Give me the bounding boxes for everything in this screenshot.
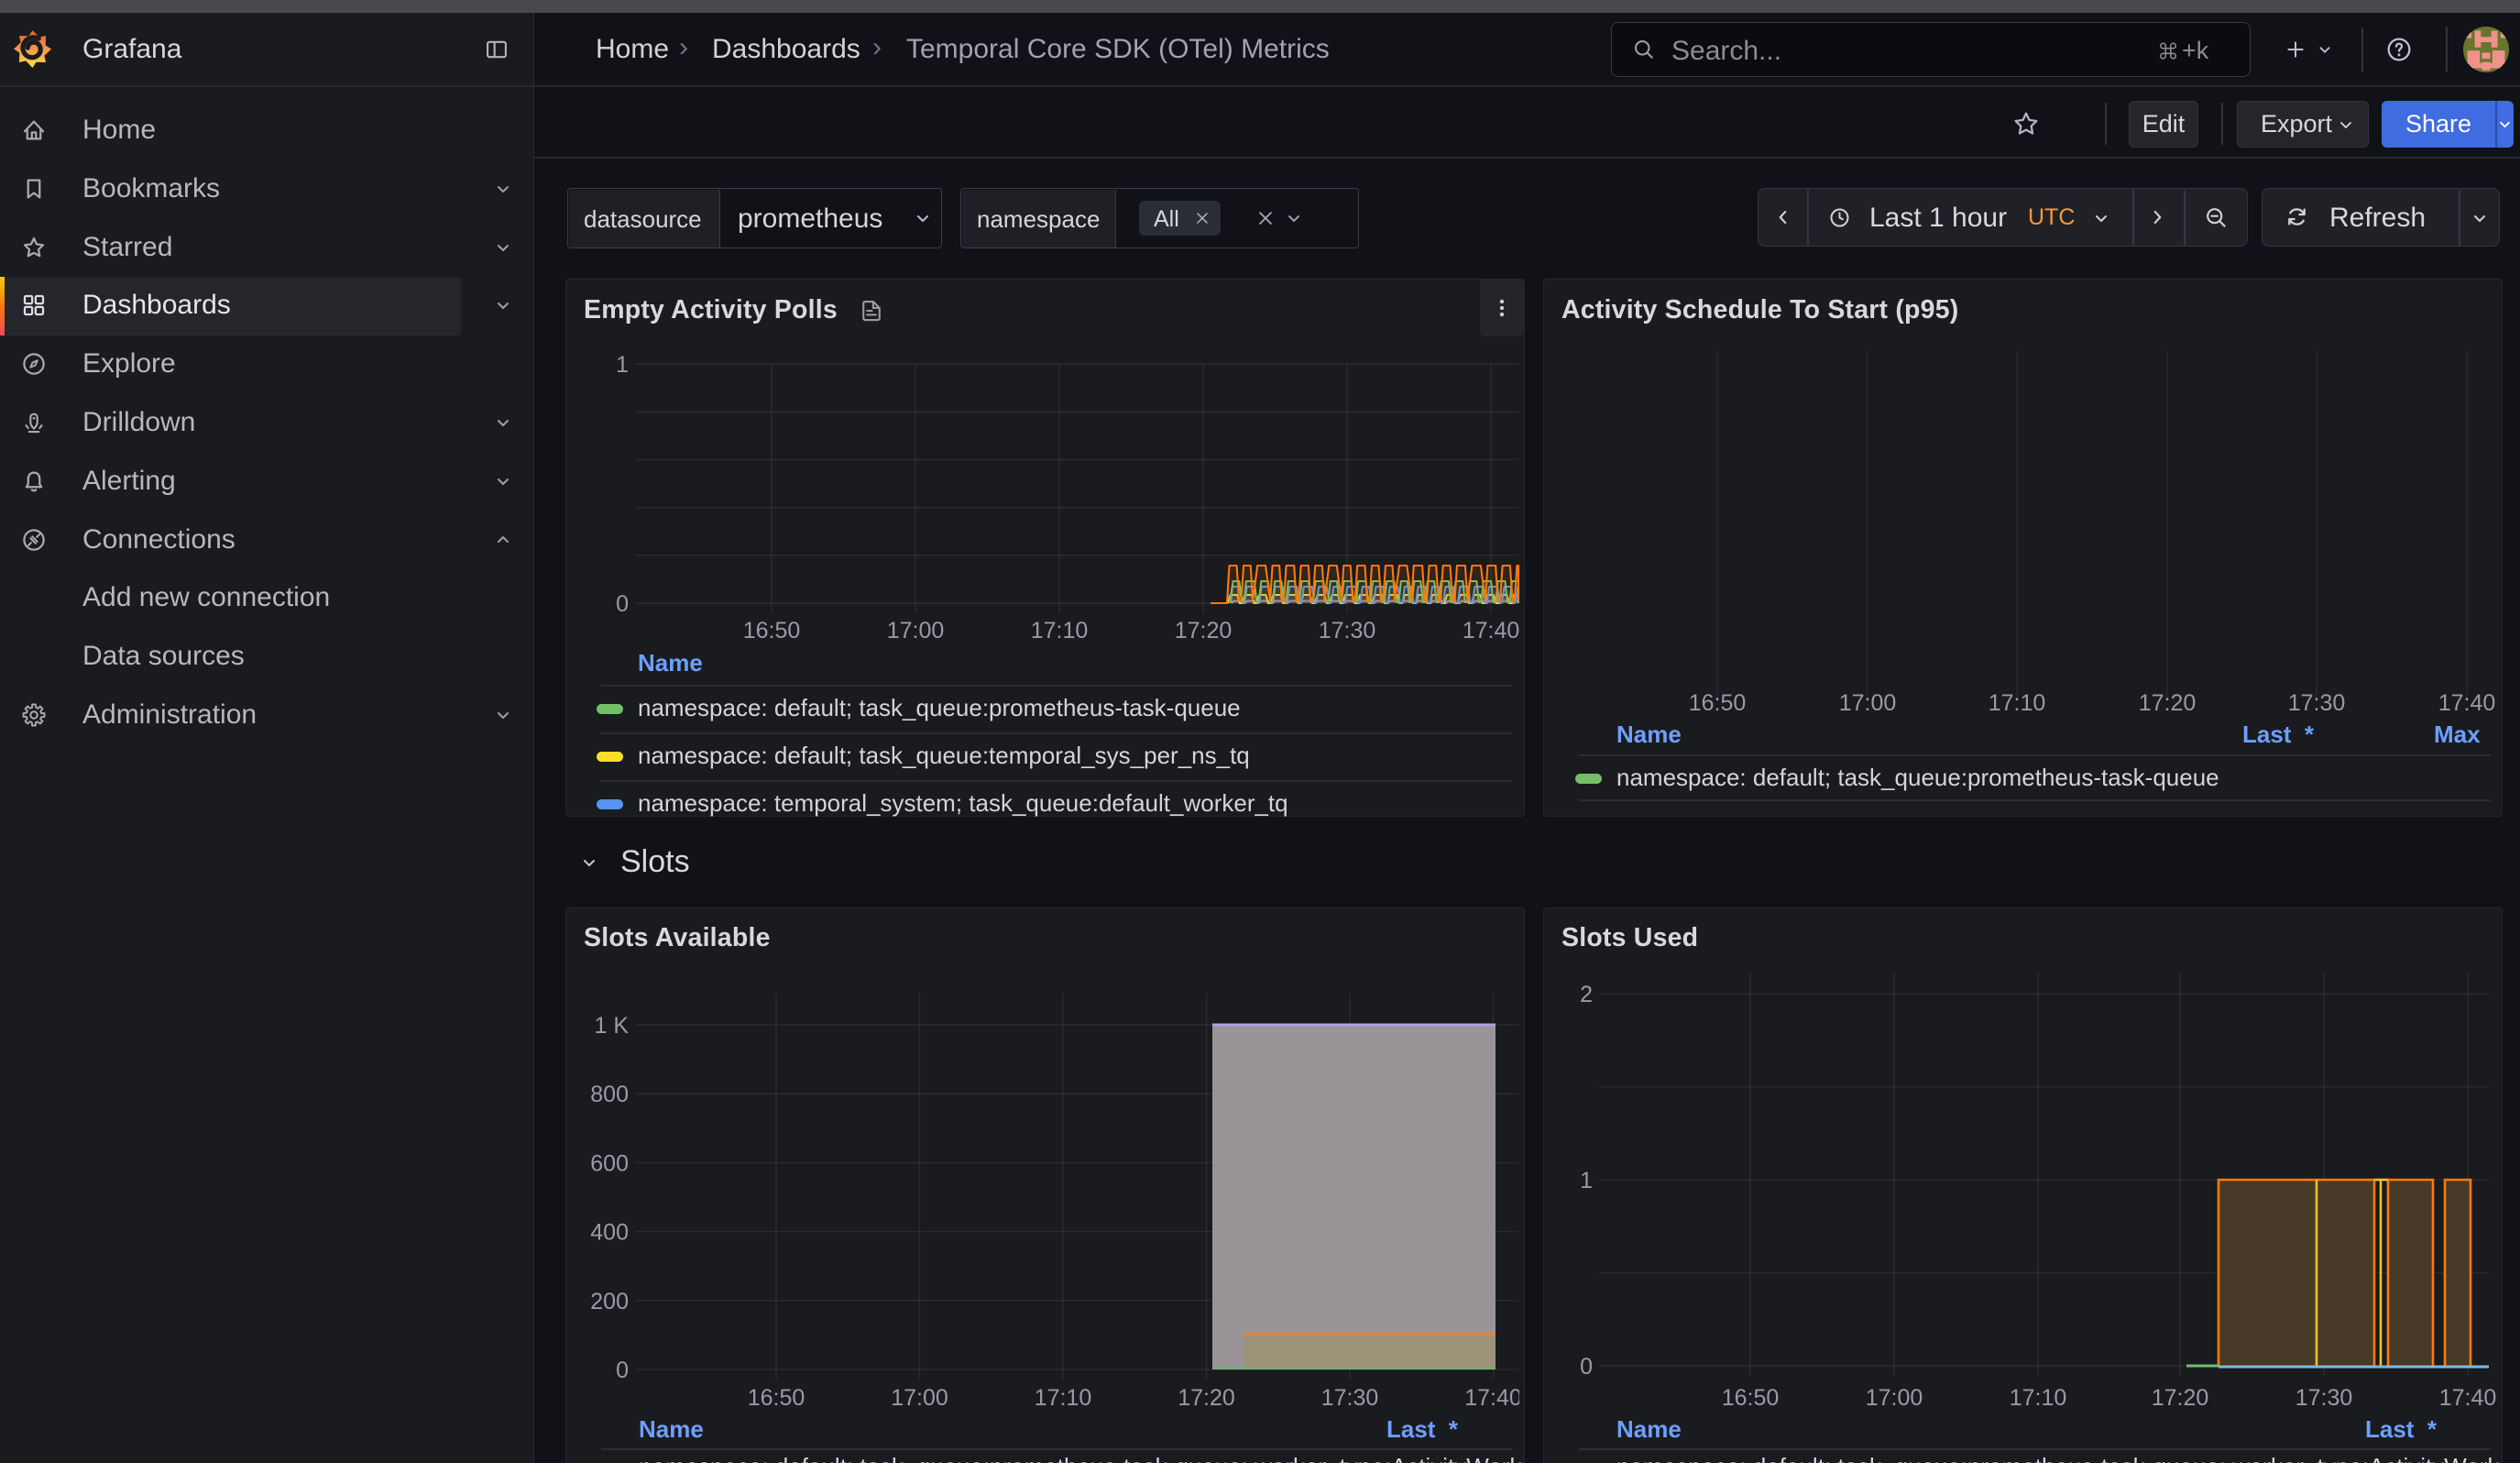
svg-text:17:30: 17:30 — [1321, 1385, 1379, 1411]
svg-text:17:10: 17:10 — [2010, 1385, 2067, 1411]
svg-text:17:10: 17:10 — [1031, 618, 1089, 644]
svg-text:1 K: 1 K — [594, 1013, 629, 1039]
svg-text:16:50: 16:50 — [748, 1385, 805, 1411]
svg-text:17:20: 17:20 — [2139, 690, 2197, 716]
svg-text:0: 0 — [616, 1358, 629, 1383]
svg-text:17:30: 17:30 — [1319, 618, 1376, 644]
svg-text:17:20: 17:20 — [2152, 1385, 2209, 1411]
svg-text:16:50: 16:50 — [743, 618, 801, 644]
svg-text:17:40: 17:40 — [1463, 618, 1519, 644]
svg-text:17:40: 17:40 — [2438, 690, 2496, 716]
svg-text:17:10: 17:10 — [1035, 1385, 1092, 1411]
svg-text:17:40: 17:40 — [2439, 1385, 2497, 1411]
svg-text:400: 400 — [590, 1220, 629, 1246]
svg-text:17:00: 17:00 — [887, 618, 945, 644]
svg-text:2: 2 — [1580, 982, 1593, 1007]
svg-text:800: 800 — [590, 1082, 629, 1107]
svg-text:17:20: 17:20 — [1175, 618, 1233, 644]
svg-text:17:20: 17:20 — [1178, 1385, 1235, 1411]
svg-text:0: 0 — [616, 591, 629, 617]
svg-text:17:00: 17:00 — [891, 1385, 948, 1411]
svg-text:200: 200 — [590, 1289, 629, 1314]
svg-text:17:00: 17:00 — [1839, 690, 1897, 716]
svg-text:17:40: 17:40 — [1464, 1385, 1519, 1411]
svg-text:1: 1 — [616, 352, 629, 378]
svg-text:1: 1 — [1580, 1168, 1593, 1194]
svg-text:600: 600 — [590, 1150, 629, 1176]
svg-text:+k: +k — [2182, 37, 2209, 64]
svg-text:17:10: 17:10 — [1989, 690, 2046, 716]
svg-text:17:30: 17:30 — [2288, 690, 2346, 716]
svg-text:0: 0 — [1580, 1354, 1593, 1380]
svg-text:17:00: 17:00 — [1866, 1385, 1923, 1411]
svg-text:16:50: 16:50 — [1722, 1385, 1780, 1411]
svg-text:17:30: 17:30 — [2295, 1385, 2353, 1411]
svg-text:16:50: 16:50 — [1689, 690, 1747, 716]
